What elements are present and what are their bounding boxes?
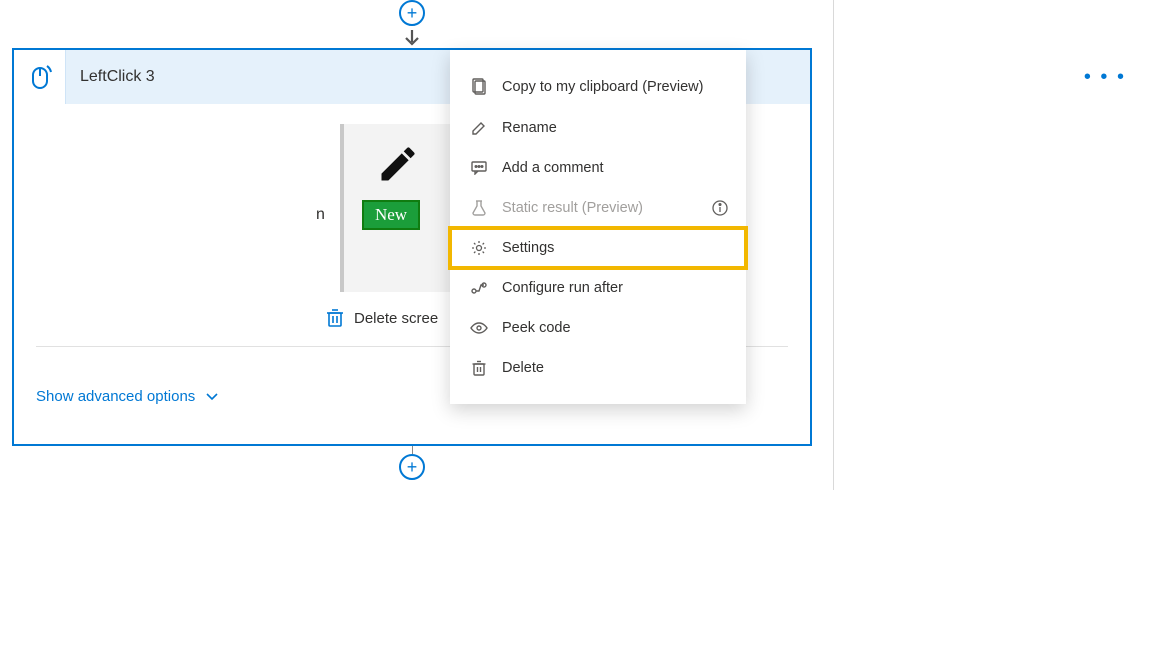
plus-icon: + (399, 454, 425, 480)
gear-icon (470, 240, 488, 256)
delete-screenshot-label: Delete scree (354, 310, 438, 327)
menu-comment[interactable]: Add a comment (450, 148, 746, 188)
action-title: LeftClick 3 (80, 68, 155, 86)
menu-static-label: Static result (Preview) (502, 200, 643, 216)
menu-configure-label: Configure run after (502, 280, 623, 296)
menu-comment-label: Add a comment (502, 160, 604, 176)
ellipsis-icon: • • • (1084, 66, 1126, 89)
action-type-icon (14, 50, 66, 104)
menu-rename-label: Rename (502, 120, 557, 136)
chevron-down-icon (205, 390, 219, 404)
menu-delete[interactable]: Delete (450, 348, 746, 388)
screenshot-preview: n New (340, 124, 450, 292)
delete-screenshot-button[interactable]: Delete scree (326, 308, 438, 328)
trash-icon (326, 308, 344, 328)
add-step-bottom[interactable]: + (399, 446, 425, 480)
info-icon[interactable] (712, 200, 728, 216)
menu-copy-label: Copy to my clipboard (Preview) (502, 79, 703, 95)
menu-settings[interactable]: Settings (450, 228, 746, 268)
arrow-down-icon (402, 28, 425, 48)
new-badge: New (362, 200, 420, 230)
connector-line (412, 446, 413, 454)
menu-static-result: Static result (Preview) (450, 188, 746, 228)
add-step-top[interactable]: + (399, 0, 425, 48)
menu-copy[interactable]: Copy to my clipboard (Preview) (450, 66, 746, 108)
context-menu: Copy to my clipboard (Preview) Rename (450, 50, 746, 404)
comment-icon (470, 161, 488, 175)
menu-delete-label: Delete (502, 360, 544, 376)
menu-settings-label: Settings (502, 240, 554, 256)
mouse-click-icon (27, 62, 53, 92)
eye-icon (470, 322, 488, 334)
menu-rename[interactable]: Rename (450, 108, 746, 148)
trash-icon (470, 360, 488, 376)
more-actions-button[interactable]: • • • (1076, 60, 1134, 95)
menu-peek-label: Peek code (502, 320, 571, 336)
show-advanced-options[interactable]: Show advanced options (36, 388, 219, 405)
panel-divider (833, 0, 834, 490)
flask-icon (470, 200, 488, 216)
plus-icon: + (399, 0, 425, 26)
clipboard-icon (470, 78, 488, 96)
advanced-options-label: Show advanced options (36, 388, 195, 405)
menu-peek-code[interactable]: Peek code (450, 308, 746, 348)
run-after-icon (470, 282, 488, 294)
rename-icon (470, 120, 488, 136)
menu-configure-run-after[interactable]: Configure run after (450, 268, 746, 308)
pencil-icon (376, 142, 420, 186)
preview-text: n (316, 206, 325, 224)
